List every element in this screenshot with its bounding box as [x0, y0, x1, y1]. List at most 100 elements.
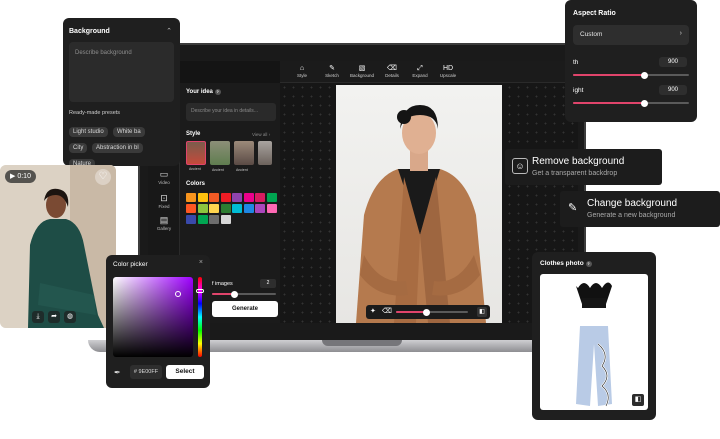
- color-swatch[interactable]: [220, 204, 231, 213]
- color-picker-panel: Color picker × ✒ # 9E00FF Select: [106, 255, 210, 388]
- aspect-ratio-panel: Aspect Ratio Custom › th 900 ight 900: [565, 0, 697, 122]
- color-swatch[interactable]: [266, 193, 277, 202]
- remove-background-icon: ☺: [512, 158, 528, 174]
- height-slider-knob[interactable]: [641, 99, 649, 107]
- rail-item-video[interactable]: ▭ Video: [151, 169, 177, 191]
- clothes-photo-panel: Clothes photo ? ◧: [532, 252, 656, 420]
- video-card[interactable]: ▶ 0:10 ♡ ⤓ ➦ ◍: [0, 165, 116, 328]
- play-icon: ▶: [10, 173, 16, 180]
- heart-icon[interactable]: ♡: [95, 169, 111, 185]
- help-icon: ?: [214, 89, 221, 95]
- color-swatch[interactable]: [197, 215, 208, 224]
- color-swatch[interactable]: [232, 204, 242, 213]
- hue-handle[interactable]: [196, 289, 204, 293]
- sketch-icon: ✎: [329, 65, 335, 72]
- model-photo: [0, 165, 116, 328]
- color-swatch[interactable]: [186, 204, 196, 213]
- model-coat-illustration: [356, 105, 486, 323]
- rail-item-gallery[interactable]: ▤ Gallery: [151, 215, 177, 237]
- color-swatch[interactable]: [186, 193, 196, 202]
- rail-item-fixed[interactable]: ⊡ Fixed: [151, 193, 177, 215]
- color-swatch[interactable]: [186, 215, 196, 224]
- style-card[interactable]: Ancient: [186, 141, 206, 171]
- color-swatch[interactable]: [266, 204, 277, 213]
- eyedropper-icon[interactable]: ✒: [114, 368, 121, 377]
- tool-details[interactable]: ⌫ Details: [378, 64, 406, 78]
- canvas-controls: ✦ ⌫ ◧: [366, 305, 490, 319]
- color-swatch[interactable]: [255, 204, 265, 213]
- width-slider-knob[interactable]: [641, 71, 649, 79]
- color-handle[interactable]: [175, 291, 181, 297]
- aspect-select[interactable]: Custom ›: [573, 25, 689, 45]
- background-title: Background: [69, 28, 110, 35]
- app-screen: ⌂ CLOTH ▣Edit image ☺Avatars ⌂Fitting ro…: [148, 61, 578, 323]
- saturation-area[interactable]: [113, 277, 193, 357]
- width-input[interactable]: 900: [659, 57, 687, 67]
- eraser-icon: ⌫: [387, 65, 397, 72]
- style-card[interactable]: Ancient: [210, 141, 230, 172]
- style-card[interactable]: Ancient: [234, 141, 254, 172]
- images-slider[interactable]: [212, 290, 276, 298]
- canvas-photo[interactable]: [336, 85, 502, 323]
- color-swatch[interactable]: [243, 193, 254, 202]
- compare-icon[interactable]: ◧: [477, 307, 487, 317]
- remove-background-subtitle: Get a transparent backdrop: [532, 170, 618, 177]
- pin-icon: ⊡: [160, 193, 168, 203]
- idea-title: Your idea ?: [186, 89, 221, 95]
- video-icon: ▭: [159, 169, 169, 179]
- chevron-up-icon[interactable]: ⌃: [166, 27, 172, 35]
- width-slider-fill: [573, 74, 645, 76]
- hex-input[interactable]: # 9E00FF: [130, 365, 162, 379]
- tool-background[interactable]: ▧ Background: [348, 64, 376, 78]
- style-card[interactable]: [258, 141, 272, 165]
- tool-sketch[interactable]: ✎ Sketch: [318, 64, 346, 78]
- background-input[interactable]: Describe background: [69, 42, 174, 102]
- idea-input[interactable]: Describe your idea in details...: [186, 103, 276, 121]
- change-background-callout[interactable]: ✎ Change background Generate a new backg…: [560, 191, 720, 227]
- images-slider-knob[interactable]: [230, 290, 238, 298]
- video-timer[interactable]: ▶ 0:10: [5, 170, 36, 183]
- tool-upscale[interactable]: HD Upscale: [434, 64, 462, 78]
- color-swatch[interactable]: [255, 193, 265, 202]
- brush-slider-knob[interactable]: [422, 308, 430, 316]
- height-input[interactable]: 900: [659, 85, 687, 95]
- select-button[interactable]: Select: [166, 365, 204, 379]
- height-slider[interactable]: [573, 99, 689, 107]
- view-all-link[interactable]: View all ›: [252, 132, 270, 137]
- color-swatch[interactable]: [243, 204, 254, 213]
- eraser-icon[interactable]: ⌫: [382, 307, 392, 315]
- close-icon[interactable]: ×: [199, 259, 203, 266]
- background-icon: ▧: [358, 65, 366, 72]
- magic-wand-icon[interactable]: ✦: [370, 307, 376, 315]
- images-count[interactable]: 2: [260, 279, 276, 288]
- generate-button[interactable]: Generate: [212, 301, 278, 317]
- chevron-right-icon: ›: [679, 30, 682, 37]
- aspect-title: Aspect Ratio: [573, 10, 616, 17]
- color-swatch[interactable]: [209, 193, 219, 202]
- color-swatch[interactable]: [220, 215, 231, 224]
- hue-slider[interactable]: [196, 277, 204, 357]
- share-icon[interactable]: ➦: [48, 311, 60, 323]
- top-toolbar: ⌂ Style ✎ Sketch ▧ Background ⌫ Details ⤢ Exp…: [280, 61, 578, 83]
- remove-background-title: Remove background: [532, 156, 625, 167]
- globe-icon[interactable]: ◍: [64, 311, 76, 323]
- tool-expand[interactable]: ⤢ Expand: [406, 64, 434, 78]
- style-title: Style: [186, 131, 201, 137]
- color-swatch[interactable]: [197, 204, 208, 213]
- clothes-photo[interactable]: ◧: [540, 274, 648, 410]
- laptop-notch: [322, 340, 402, 346]
- tool-style[interactable]: ⌂ Style: [288, 64, 316, 78]
- color-swatch[interactable]: [197, 193, 208, 202]
- width-slider[interactable]: [573, 71, 689, 79]
- brush-slider-fill: [396, 311, 427, 313]
- color-swatch[interactable]: [209, 204, 219, 213]
- change-background-title: Change background: [587, 198, 678, 209]
- color-swatch[interactable]: [232, 193, 242, 202]
- download-icon[interactable]: ⤓: [32, 311, 44, 323]
- compare-icon[interactable]: ◧: [632, 394, 644, 406]
- brush-size-slider[interactable]: [396, 308, 468, 316]
- color-swatch[interactable]: [220, 193, 231, 202]
- color-swatch[interactable]: [209, 215, 219, 224]
- remove-background-callout[interactable]: ☺ Remove background Get a transparent ba…: [505, 149, 662, 185]
- preset-chip[interactable]: Abstraction in bl: [92, 136, 143, 154]
